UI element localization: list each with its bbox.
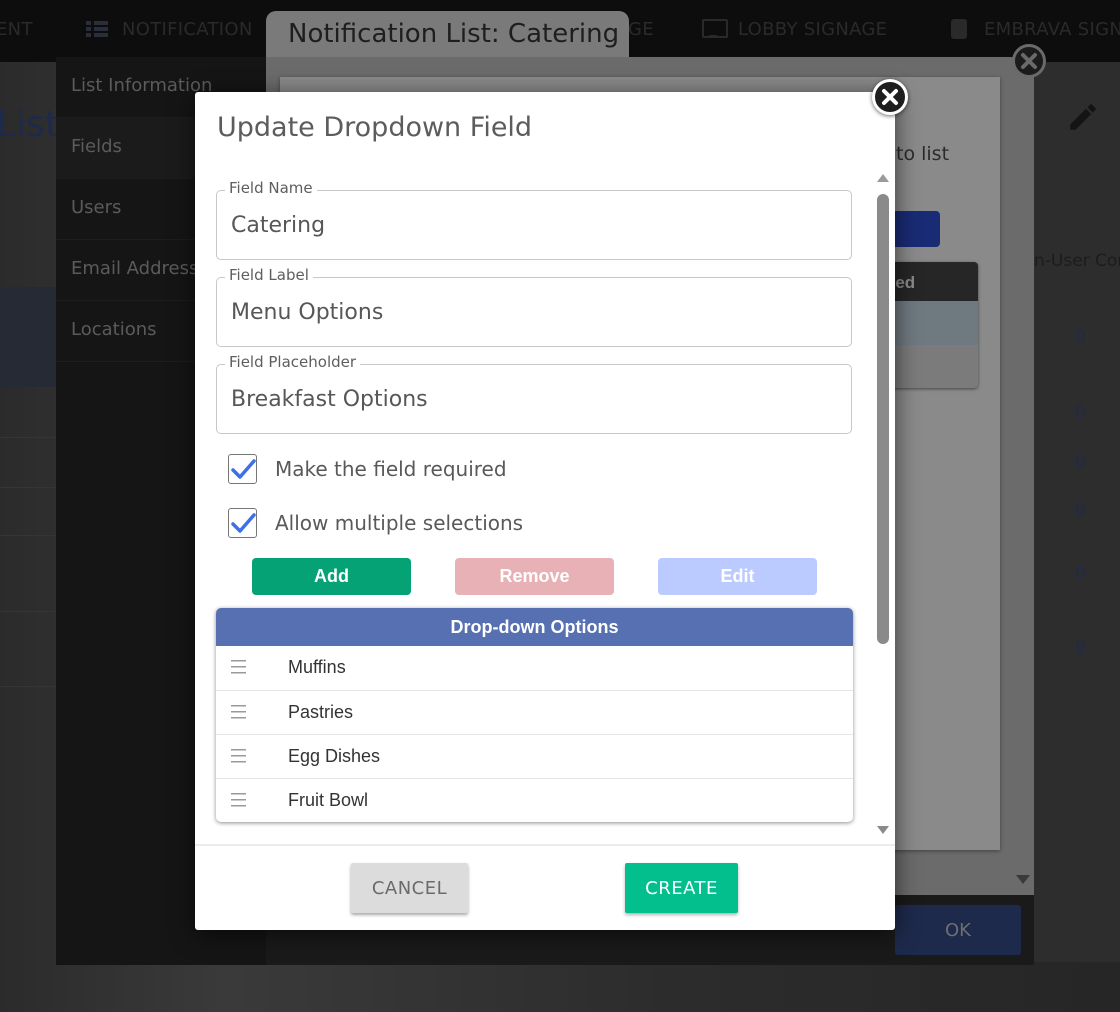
ok-button[interactable]: OK bbox=[895, 905, 1021, 955]
nav-item-label: GE bbox=[628, 18, 654, 40]
list-icon bbox=[86, 19, 108, 39]
option-label: Pastries bbox=[288, 702, 354, 722]
field-name-input[interactable] bbox=[231, 209, 831, 241]
field-name-input-group: Field Name bbox=[216, 179, 852, 260]
scroll-up-arrow[interactable] bbox=[877, 174, 889, 182]
count-cell: 0 bbox=[1075, 501, 1086, 521]
option-label: Fruit Bowl bbox=[288, 790, 369, 810]
list-modal-close-button[interactable] bbox=[1012, 44, 1046, 78]
drag-handle-icon[interactable] bbox=[231, 660, 246, 674]
nav-item-label: EMBRAVA SIGN bbox=[984, 18, 1120, 40]
scroll-down-arrow[interactable] bbox=[1016, 875, 1030, 884]
dropdown-options-table: Drop-down Options Muffins Pastries Egg Dis… bbox=[216, 608, 853, 822]
count-cell: 0 bbox=[1075, 402, 1086, 422]
nav-item-notification[interactable]: NOTIFICATION bbox=[86, 16, 253, 42]
drag-handle-icon[interactable] bbox=[231, 705, 246, 719]
cancel-button[interactable]: CANCEL bbox=[351, 863, 468, 913]
count-cell: 0 bbox=[1075, 638, 1086, 658]
multiple-checkbox-row[interactable]: Allow multiple selections bbox=[228, 508, 523, 538]
required-checkbox-label: Make the field required bbox=[275, 457, 507, 481]
field-placeholder-input-group: Field Placeholder bbox=[216, 353, 852, 434]
count-cell: 0 bbox=[1075, 452, 1086, 472]
option-label: Muffins bbox=[288, 657, 346, 677]
options-table-header: Drop-down Options bbox=[216, 608, 853, 646]
field-placeholder-label: Field Placeholder bbox=[225, 353, 361, 371]
field-label-input[interactable] bbox=[231, 296, 831, 328]
add-option-button[interactable]: Add bbox=[252, 558, 411, 595]
option-row[interactable]: Egg Dishes bbox=[216, 734, 853, 778]
multiple-checkbox-label: Allow multiple selections bbox=[275, 511, 524, 535]
scroll-down-arrow[interactable] bbox=[877, 826, 889, 834]
nav-item-embrava-signage[interactable]: EMBRAVA SIGN bbox=[948, 16, 1120, 42]
nav-item-lobby-signage[interactable]: LOBBY SIGNAGE bbox=[702, 16, 887, 42]
option-label: Egg Dishes bbox=[288, 746, 381, 766]
scrollbar-thumb[interactable] bbox=[877, 194, 889, 644]
dialog-scrollbar[interactable] bbox=[874, 172, 892, 840]
field-placeholder-input[interactable] bbox=[231, 383, 831, 415]
field-name-label: Field Name bbox=[225, 179, 317, 197]
monitor-icon bbox=[702, 19, 728, 39]
required-checkbox-row[interactable]: Make the field required bbox=[228, 454, 507, 484]
list-modal-title: Notification List: Catering bbox=[266, 11, 629, 61]
nav-item-label: LOBBY SIGNAGE bbox=[738, 18, 888, 40]
footer-divider bbox=[195, 844, 895, 846]
create-button[interactable]: CREATE bbox=[625, 863, 738, 913]
close-icon bbox=[1021, 53, 1037, 69]
option-row[interactable]: Fruit Bowl bbox=[216, 778, 853, 822]
remove-option-button[interactable]: Remove bbox=[455, 558, 614, 595]
dialog-title: Update Dropdown Field bbox=[217, 112, 533, 143]
close-icon bbox=[882, 89, 898, 105]
nav-item-label: ENT bbox=[0, 18, 33, 40]
nav-item-management[interactable]: ENT bbox=[0, 16, 33, 42]
option-row[interactable]: Pastries bbox=[216, 690, 853, 734]
multiple-selections-checkbox[interactable] bbox=[228, 508, 257, 538]
edit-option-button[interactable]: Edit bbox=[658, 558, 817, 595]
options-list: Muffins Pastries Egg Dishes Fruit Bowl bbox=[216, 646, 853, 822]
update-dropdown-field-dialog: Update Dropdown Field Field Name Field L… bbox=[195, 92, 895, 930]
column-header: n-User Con bbox=[1034, 251, 1120, 271]
option-row[interactable]: Muffins bbox=[216, 646, 853, 690]
required-checkbox[interactable] bbox=[228, 454, 257, 484]
device-icon bbox=[948, 19, 970, 39]
nav-item-label: NOTIFICATION bbox=[122, 18, 253, 40]
field-label-label: Field Label bbox=[225, 266, 313, 284]
nav-item-signage[interactable]: GE bbox=[628, 16, 654, 42]
checkmark-icon bbox=[231, 459, 256, 479]
count-cell: 0 bbox=[1075, 327, 1086, 347]
drag-handle-icon[interactable] bbox=[231, 793, 246, 807]
count-cell: 0 bbox=[1075, 563, 1086, 583]
field-label-input-group: Field Label bbox=[216, 266, 852, 347]
add-to-list-text: to list bbox=[896, 143, 950, 165]
pencil-icon[interactable] bbox=[1066, 100, 1100, 134]
checkmark-icon bbox=[231, 513, 256, 533]
drag-handle-icon[interactable] bbox=[231, 749, 246, 763]
dialog-close-button[interactable] bbox=[872, 79, 908, 115]
